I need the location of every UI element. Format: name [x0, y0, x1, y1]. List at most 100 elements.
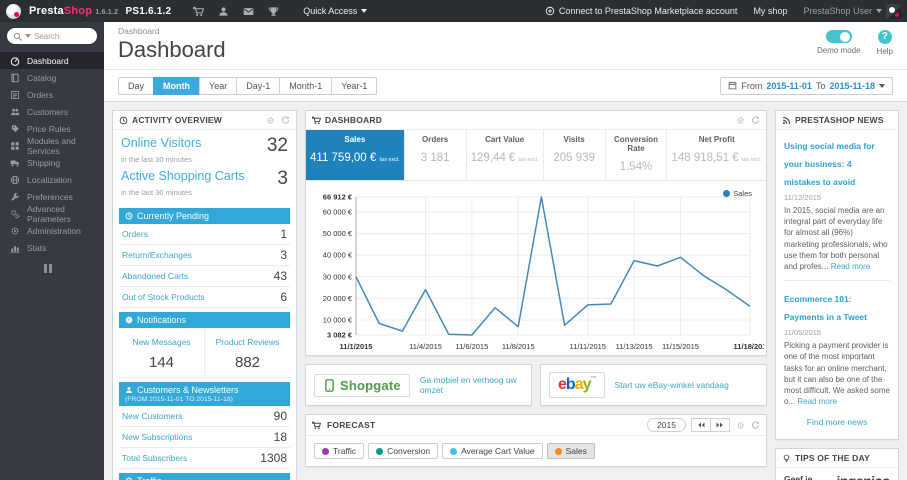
product-reviews-link[interactable]: Product Reviews — [216, 337, 280, 347]
range-year-button[interactable]: Year — [199, 76, 238, 95]
metric-tab-cart-value[interactable]: Cart Value 129,44 € tax excl. — [467, 130, 544, 180]
forecast-conversion-button[interactable]: Conversion — [368, 443, 439, 459]
sidebar-item-dashboard[interactable]: Dashboard — [0, 52, 104, 69]
news-article: Ecommerce 101: Payments in a Tweet 11/05… — [784, 289, 890, 407]
find-more-news-link[interactable]: Find more news — [784, 417, 890, 427]
user-menu[interactable]: PrestaShop User — [803, 3, 901, 19]
gear-icon[interactable] — [736, 116, 745, 125]
pending-returns-link[interactable]: Return/Exchanges — [122, 250, 192, 260]
chevron-down-icon — [876, 9, 882, 13]
search-input[interactable] — [34, 31, 86, 41]
abandoned-carts-link[interactable]: Abandoned Carts — [122, 271, 188, 281]
sidebar-item-catalog[interactable]: Catalog — [0, 69, 104, 86]
refresh-icon[interactable] — [751, 115, 760, 125]
metric-tab-sales[interactable]: Sales 411 759,00 € tax excl. — [306, 130, 405, 180]
range-button-group: Day Month Year Day-1 Month-1 Year-1 — [118, 76, 378, 95]
sidebar-item-label: Catalog — [27, 72, 57, 83]
wrench-icon — [11, 192, 19, 201]
lightbulb-icon — [783, 454, 790, 462]
sidebar-item-label: Preferences — [27, 191, 73, 202]
online-visitors-value: 32 — [266, 135, 288, 156]
sidebar-item-price-rules[interactable]: Price Rules — [0, 120, 104, 137]
product-reviews-value: 882 — [234, 354, 261, 371]
gear-icon[interactable] — [266, 116, 275, 125]
stats-bars-icon — [10, 245, 20, 253]
sidebar-item-orders[interactable]: Orders — [0, 86, 104, 103]
gear-icon[interactable] — [736, 421, 745, 430]
news-article-title[interactable]: Ecommerce 101: Payments in a Tweet — [784, 294, 867, 322]
forecast-sales-button[interactable]: Sales — [546, 443, 595, 459]
svg-text:11/6/2015: 11/6/2015 — [455, 342, 488, 351]
brand-name[interactable]: PrestaShop 1.6.1.2 PS1.6.1.2 — [29, 5, 171, 17]
topbar: PrestaShop 1.6.1.2 PS1.6.1.2 Quick Acces… — [0, 0, 907, 22]
sidebar-item-preferences[interactable]: Preferences — [0, 188, 104, 205]
ebay-link[interactable]: Start uw eBay-winkel vandaag — [615, 380, 729, 390]
svg-text:20 000 €: 20 000 € — [323, 294, 353, 303]
cart-icon[interactable] — [193, 6, 205, 17]
employee-icon[interactable] — [218, 6, 229, 17]
total-subscribers-link[interactable]: Total Subscribers — [122, 453, 187, 463]
read-more-link[interactable]: Read more — [797, 397, 837, 406]
notifications-header: Notifications — [119, 312, 290, 328]
svg-text:10 000 €: 10 000 € — [323, 316, 353, 325]
help-label: Help — [876, 47, 893, 56]
svg-text:11/15/2015: 11/15/2015 — [662, 342, 699, 351]
messages-icon[interactable] — [243, 6, 254, 17]
sidebar-item-advanced-parameters[interactable]: Advanced Parameters — [0, 203, 104, 224]
gear-icon — [11, 226, 19, 235]
range-month-button[interactable]: Month — [153, 76, 201, 95]
refresh-icon[interactable] — [281, 115, 290, 125]
chevron-down-icon — [879, 83, 885, 88]
pending-orders-link[interactable]: Orders — [122, 229, 148, 239]
marketplace-connect-link[interactable]: Connect to PrestaShop Marketplace accoun… — [545, 6, 737, 16]
out-of-stock-link[interactable]: Out of Stock Products — [122, 292, 205, 302]
new-customers-link[interactable]: New Customers — [122, 411, 182, 421]
date-range-picker[interactable]: From 2015-11-01 To 2015-11-18 — [720, 76, 893, 95]
forecast-traffic-button[interactable]: Traffic — [314, 443, 365, 459]
read-more-link[interactable]: Read more — [831, 262, 871, 271]
refresh-icon[interactable] — [751, 420, 760, 430]
chart-legend: Sales — [723, 189, 752, 198]
shopgate-link[interactable]: Ga mobiel en verhoog uw omzet — [420, 375, 523, 395]
new-messages-link[interactable]: New Messages — [132, 337, 190, 347]
sidebar-item-shipping[interactable]: Shipping — [0, 154, 104, 171]
active-carts-caption: in the last 30 minutes — [121, 188, 192, 197]
trophy-icon[interactable] — [268, 6, 279, 17]
currently-pending-header: Currently Pending — [119, 208, 290, 224]
sidebar-item-stats[interactable]: Stats — [0, 239, 104, 256]
demo-mode-toggle[interactable] — [825, 30, 852, 43]
new-subscriptions-link[interactable]: New Subscriptions — [122, 432, 192, 442]
sidebar-item-label: Advanced Parameters — [27, 203, 71, 224]
forecast-next-button[interactable] — [710, 418, 730, 432]
search-scope-caret-icon[interactable] — [25, 34, 31, 38]
range-day-button[interactable]: Day — [118, 76, 155, 95]
sidebar-item-customers[interactable]: Customers — [0, 103, 104, 120]
range-day-1-button[interactable]: Day-1 — [236, 76, 281, 95]
svg-text:66 912 €: 66 912 € — [323, 193, 353, 202]
range-month-1-button[interactable]: Month-1 — [279, 76, 333, 95]
forecast-prev-button[interactable] — [691, 418, 711, 432]
sidebar-item-modules[interactable]: Modules and Services — [0, 136, 104, 156]
metric-tab-orders[interactable]: Orders 3 181 — [405, 130, 467, 180]
my-shop-link[interactable]: My shop — [753, 6, 787, 16]
breadcrumb[interactable]: Dashboard — [118, 26, 893, 36]
metric-tab-visits[interactable]: Visits 205 939 — [544, 130, 606, 180]
active-carts-link[interactable]: Active Shopping Carts — [121, 169, 245, 183]
sidebar-item-label: Price Rules — [27, 123, 71, 134]
sidebar-search[interactable] — [7, 28, 97, 44]
help-icon[interactable] — [877, 30, 892, 44]
prestashop-logo-icon[interactable] — [6, 3, 21, 19]
metric-tab-conversion-rate[interactable]: Conversion Rate 1.54% — [606, 130, 668, 180]
quick-access-menu[interactable]: Quick Access — [303, 6, 368, 16]
metric-tab-net-profit[interactable]: Net Profit 148 918,51 € tax excl. — [667, 130, 766, 180]
phone-icon — [325, 378, 334, 392]
range-year-1-button[interactable]: Year-1 — [331, 76, 378, 95]
sidebar-collapse-button[interactable] — [44, 264, 104, 273]
news-article-title[interactable]: Using social media for your business: 4 … — [784, 141, 875, 187]
calendar-icon — [729, 81, 737, 90]
online-visitors-link[interactable]: Online Visitors — [121, 136, 201, 150]
sales-chart-svg: 3 082 € 10 000 € 20 000 € 30 000 € 40 000 € 5… — [323, 193, 767, 352]
sidebar-item-administration[interactable]: Administration — [0, 222, 104, 239]
sidebar-item-localization[interactable]: Localization — [0, 171, 104, 188]
forecast-avg-cart-button[interactable]: Average Cart Value — [442, 443, 543, 459]
